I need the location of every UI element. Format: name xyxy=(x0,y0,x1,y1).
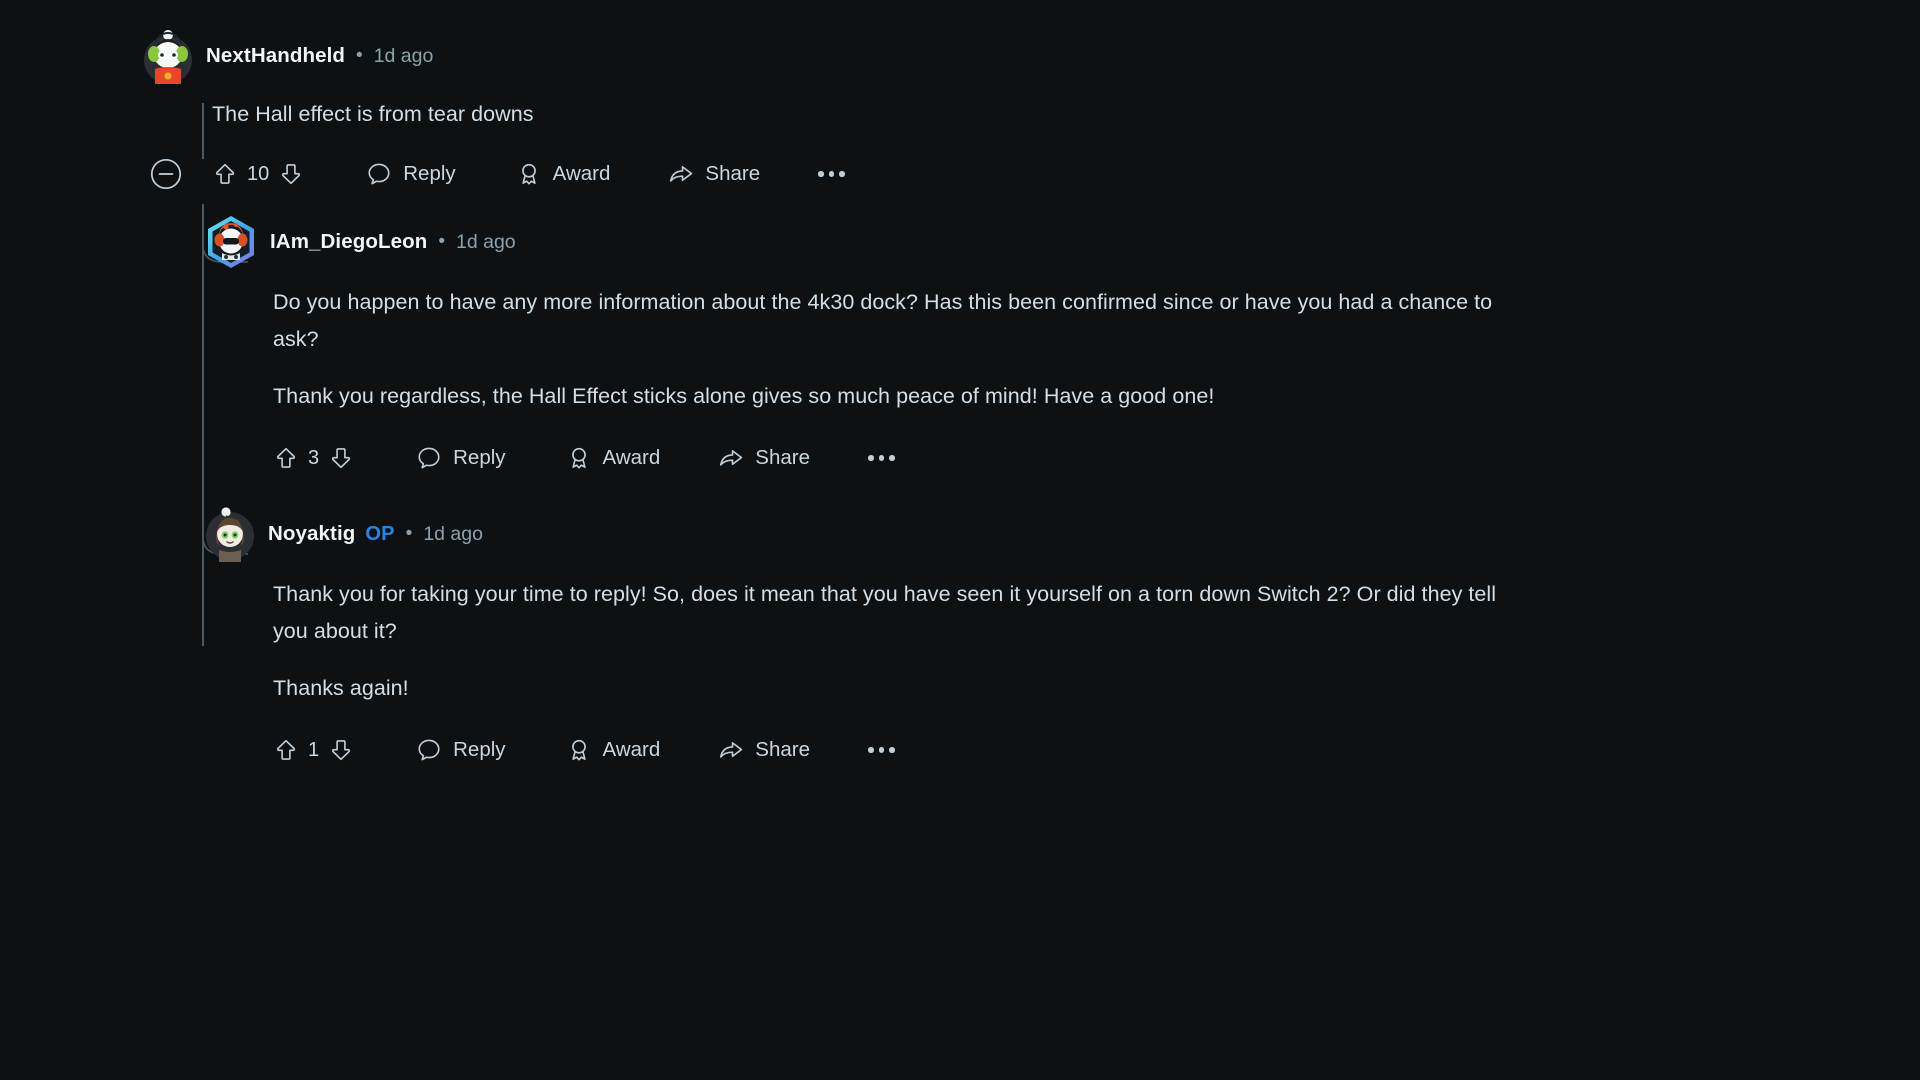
comment-nexthandheld: NextHandheld • 1d ago The Hall effect is… xyxy=(140,30,1840,195)
more-options-icon xyxy=(818,171,824,177)
comment-noyaktig: Noyaktig OP • 1d ago Thank you for takin… xyxy=(202,507,1842,771)
comment-bubble-icon xyxy=(418,447,440,469)
share-label: Share xyxy=(755,738,811,761)
award-label: Award xyxy=(602,446,661,469)
comment-body: Do you happen to have any more informati… xyxy=(273,284,1493,415)
comment-body: Thank you for taking your time to reply!… xyxy=(273,576,1513,707)
avatar-noyaktig[interactable] xyxy=(202,506,258,562)
comment-header: NextHandheld • 1d ago xyxy=(140,30,1840,84)
comment-username[interactable]: NextHandheld xyxy=(206,44,345,68)
comment-thread-page: NextHandheld • 1d ago The Hall effect is… xyxy=(0,0,1920,1080)
reply-label: Reply xyxy=(403,162,456,185)
more-options-button[interactable] xyxy=(868,437,895,479)
downvote-arrow-icon xyxy=(332,740,351,761)
comment-paragraph: Thank you regardless, the Hall Effect st… xyxy=(273,384,1215,408)
award-ribbon-icon xyxy=(571,447,586,469)
comment-action-bar: 3 Reply Award Share xyxy=(273,437,1842,479)
header-separator: • xyxy=(405,523,413,544)
more-options-button[interactable] xyxy=(868,729,895,771)
reply-button[interactable]: Reply xyxy=(416,729,506,771)
comment-iamdiegoleon: IAm_DiegoLeon • 1d ago Do you happen to … xyxy=(202,216,1842,479)
comment-paragraph: Do you happen to have any more informati… xyxy=(273,290,1493,351)
more-options-icon xyxy=(868,747,874,753)
reply-button[interactable]: Reply xyxy=(416,437,506,479)
downvote-button[interactable] xyxy=(328,445,354,471)
downvote-arrow-icon xyxy=(282,164,301,185)
share-arrow-icon xyxy=(670,166,693,182)
op-badge[interactable]: OP xyxy=(365,523,394,546)
downvote-arrow-icon xyxy=(332,448,351,469)
award-label: Award xyxy=(552,162,611,185)
more-options-icon xyxy=(868,455,874,461)
comment-action-bar: 10 Reply Award Share xyxy=(150,153,1840,195)
share-arrow-icon xyxy=(720,450,743,466)
comment-header: IAm_DiegoLeon • 1d ago xyxy=(202,216,1842,268)
upvote-button[interactable] xyxy=(212,161,238,187)
award-ribbon-icon xyxy=(521,163,536,185)
comment-paragraph: The Hall effect is from tear downs xyxy=(212,102,534,126)
share-button[interactable]: Share xyxy=(718,437,810,479)
vote-group: 10 xyxy=(212,153,304,195)
upvote-arrow-icon xyxy=(276,739,296,760)
upvote-arrow-icon xyxy=(215,163,235,184)
comment-username[interactable]: IAm_DiegoLeon xyxy=(270,230,427,254)
reply-label: Reply xyxy=(453,446,506,469)
avatar-nexthandheld[interactable] xyxy=(140,28,196,84)
award-button[interactable]: Award xyxy=(566,729,661,771)
reply-button[interactable]: Reply xyxy=(366,153,456,195)
avatar-iamdiegoleon[interactable] xyxy=(202,213,260,271)
comment-action-bar: 1 Reply Award Share xyxy=(273,729,1842,771)
award-button[interactable]: Award xyxy=(566,437,661,479)
comment-paragraph: Thanks again! xyxy=(273,676,409,700)
header-separator: • xyxy=(356,45,363,66)
comment-timestamp: 1d ago xyxy=(423,522,483,545)
share-label: Share xyxy=(755,446,811,469)
upvote-button[interactable] xyxy=(273,445,299,471)
reply-label: Reply xyxy=(453,738,506,761)
vote-group: 3 xyxy=(273,437,354,479)
share-label: Share xyxy=(705,162,761,185)
comment-bubble-icon xyxy=(368,163,390,185)
award-button[interactable]: Award xyxy=(516,153,611,195)
vote-count: 1 xyxy=(308,738,320,761)
comment-timestamp: 1d ago xyxy=(456,230,516,253)
comment-body: The Hall effect is from tear downs xyxy=(212,96,1840,133)
comment-paragraph: Thank you for taking your time to reply!… xyxy=(273,582,1497,643)
award-label: Award xyxy=(602,738,661,761)
comment-header: Noyaktig OP • 1d ago xyxy=(202,507,1842,562)
vote-count: 3 xyxy=(308,446,320,469)
downvote-button[interactable] xyxy=(328,737,354,763)
collapse-minus-icon xyxy=(150,158,182,190)
share-arrow-icon xyxy=(720,742,743,758)
vote-group: 1 xyxy=(273,729,354,771)
more-options-button[interactable] xyxy=(818,153,845,195)
comment-bubble-icon xyxy=(418,739,440,761)
upvote-button[interactable] xyxy=(273,737,299,763)
share-button[interactable]: Share xyxy=(668,153,760,195)
share-button[interactable]: Share xyxy=(718,729,810,771)
comment-timestamp: 1d ago xyxy=(373,44,434,67)
downvote-button[interactable] xyxy=(278,161,304,187)
award-ribbon-icon xyxy=(571,739,586,761)
vote-count: 10 xyxy=(247,162,270,185)
header-separator: • xyxy=(438,231,445,252)
collapse-thread-button[interactable] xyxy=(150,153,202,195)
upvote-arrow-icon xyxy=(276,447,296,468)
comment-username[interactable]: Noyaktig xyxy=(268,522,355,546)
